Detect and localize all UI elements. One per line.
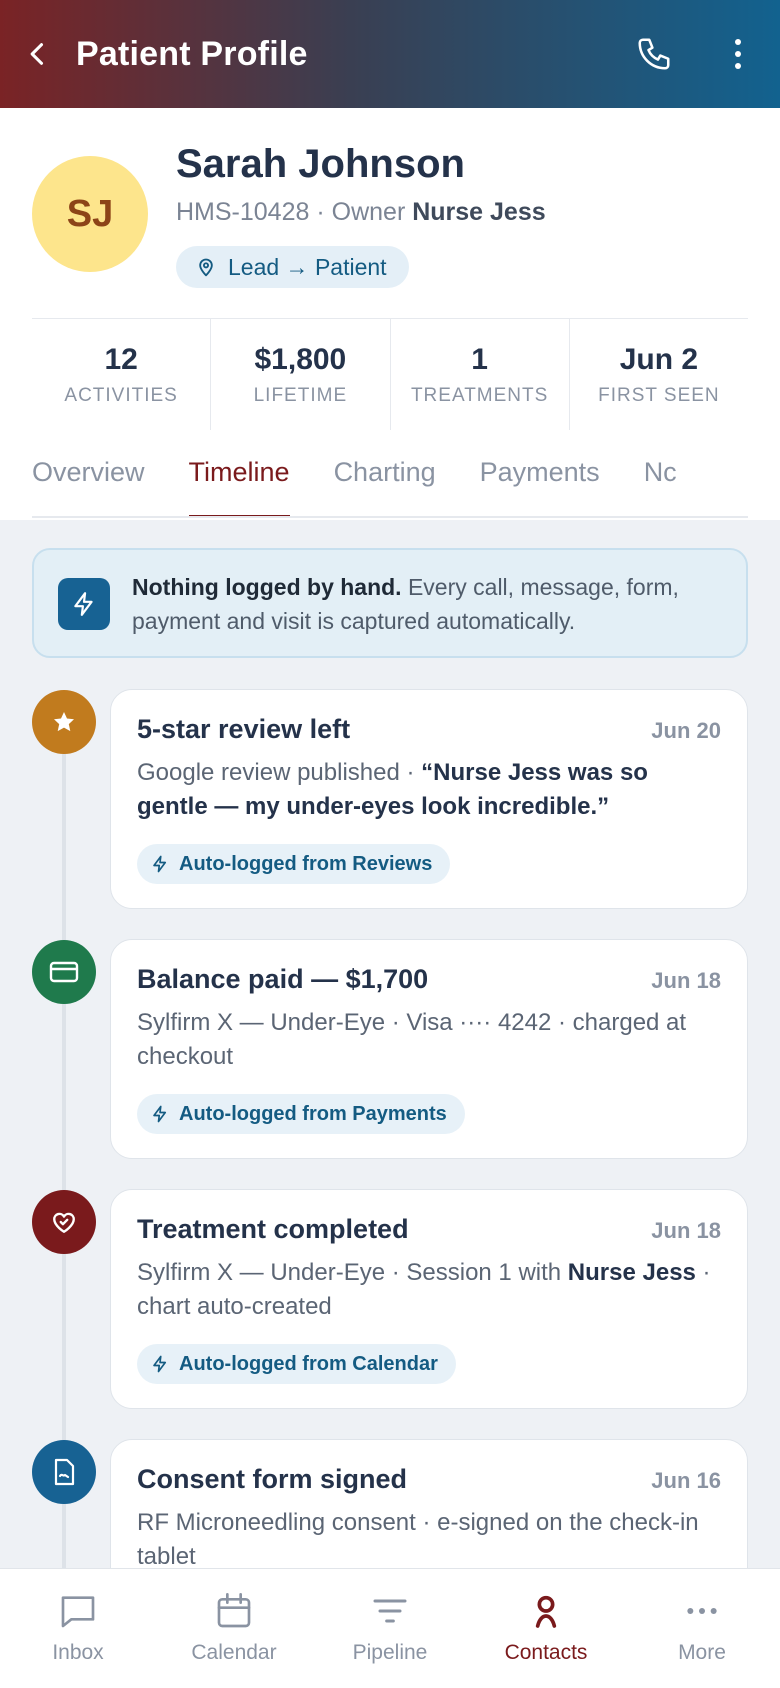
- tab-divider: [32, 516, 748, 518]
- call-button[interactable]: [612, 0, 696, 108]
- timeline-card[interactable]: Balance paid — $1,700 Jun 18 Sylfirm X —…: [110, 939, 748, 1159]
- stat-lifetime: $1,800 LIFETIME: [211, 319, 391, 430]
- card-title: Consent form signed: [137, 1464, 408, 1494]
- profile-section: SJ Sarah Johnson HMS-10428 · Owner Nurse…: [0, 108, 780, 520]
- nav-calendar[interactable]: Calendar: [156, 1569, 312, 1688]
- owner-name: Nurse Jess: [412, 198, 546, 226]
- chip-label: Auto-logged from Reviews: [179, 852, 433, 875]
- card-date: Jun 18: [651, 968, 721, 993]
- app-header: Patient Profile: [0, 0, 780, 108]
- patient-meta: HMS-10428 · Owner Nurse Jess: [176, 198, 546, 227]
- bottom-nav: Inbox Calendar Pipeline Contacts More: [0, 1568, 780, 1688]
- card-description: Sylfirm X — Under-Eye · Session 1 with N…: [137, 1256, 723, 1324]
- patient-id: HMS-10428: [176, 198, 310, 226]
- calendar-icon: [217, 1593, 251, 1628]
- nav-label: Calendar: [191, 1641, 277, 1664]
- more-horizontal-icon: [687, 1608, 717, 1614]
- card-date: Jun 20: [651, 718, 721, 743]
- tab-payments[interactable]: Payments: [480, 426, 600, 518]
- auto-log-banner: Nothing logged by hand. Every call, mess…: [32, 548, 748, 658]
- card-date: Jun 18: [651, 1218, 721, 1243]
- page-title: Patient Profile: [76, 34, 308, 73]
- filter-icon: [373, 1599, 407, 1623]
- stats-row: 12 ACTIVITIES $1,800 LIFETIME 1 TREATMEN…: [32, 318, 748, 430]
- card-title: Treatment completed: [137, 1214, 409, 1244]
- card-title: Balance paid — $1,700: [137, 964, 429, 994]
- chevron-left-icon: [30, 43, 44, 65]
- document-icon: [32, 1440, 96, 1504]
- nav-label: Contacts: [504, 1641, 588, 1664]
- stat-label: LIFETIME: [253, 384, 348, 406]
- auto-log-chip: Auto-logged from Reviews: [137, 844, 451, 884]
- nav-label: Inbox: [52, 1641, 104, 1664]
- more-menu-button[interactable]: [696, 0, 780, 108]
- location-pin-icon: [199, 258, 213, 277]
- lightning-icon: [58, 578, 110, 630]
- tab-overview[interactable]: Overview: [32, 426, 145, 518]
- tab-timeline[interactable]: Timeline: [188, 426, 290, 518]
- tab-bar: Overview Timeline Charting Payments Nc: [32, 426, 780, 518]
- back-button[interactable]: [0, 0, 76, 108]
- status-badge: Lead → Patient: [176, 246, 409, 288]
- auto-log-chip: Auto-logged from Calendar: [137, 1344, 456, 1384]
- banner-text: Nothing logged by hand. Every call, mess…: [132, 570, 732, 638]
- patient-name: Sarah Johnson: [176, 142, 465, 186]
- banner-bold: Nothing logged by hand.: [132, 574, 402, 600]
- chip-label: Auto-logged from Calendar: [179, 1352, 438, 1375]
- nav-inbox[interactable]: Inbox: [0, 1569, 156, 1688]
- lightning-icon: [153, 1355, 167, 1373]
- desc-person: Nurse Jess: [567, 1259, 696, 1286]
- desc-text: Sylfirm X — Under-Eye · Session 1 with: [137, 1259, 568, 1286]
- stat-value: 12: [104, 342, 138, 376]
- person-icon: [535, 1595, 557, 1628]
- credit-card-icon: [32, 940, 96, 1004]
- nav-label: Pipeline: [352, 1641, 428, 1664]
- nav-more[interactable]: More: [624, 1569, 780, 1688]
- card-description: RF Microneedling consent · e-signed on t…: [137, 1509, 699, 1570]
- nav-contacts[interactable]: Contacts: [468, 1569, 624, 1688]
- desc-text: Google review published ·: [137, 759, 422, 786]
- stat-first-seen: Jun 2 FIRST SEEN: [570, 319, 748, 430]
- lightning-icon: [153, 1105, 167, 1123]
- stat-value: 1: [471, 342, 488, 376]
- status-badge-label: Lead → Patient: [228, 253, 387, 280]
- lightning-icon: [153, 855, 167, 873]
- stat-activities: 12 ACTIVITIES: [32, 319, 212, 430]
- stat-label: ACTIVITIES: [64, 384, 178, 406]
- stat-label: TREATMENTS: [410, 384, 549, 406]
- nav-label: More: [678, 1641, 726, 1664]
- timeline-card[interactable]: Treatment completed Jun 18 Sylfirm X — U…: [110, 1189, 748, 1409]
- chip-label: Auto-logged from Payments: [179, 1102, 447, 1125]
- more-vertical-icon: [735, 39, 741, 69]
- timeline-card[interactable]: 5-star review left Jun 20 Google review …: [110, 689, 748, 909]
- nav-pipeline[interactable]: Pipeline: [312, 1569, 468, 1688]
- card-description: Google review published · “Nurse Jess wa…: [137, 756, 723, 824]
- card-description: Sylfirm X — Under-Eye · Visa ···· 4242 ·…: [137, 1009, 687, 1070]
- tab-charting[interactable]: Charting: [334, 426, 436, 518]
- tab-notes[interactable]: Nc: [644, 426, 677, 518]
- avatar: SJ: [32, 156, 148, 272]
- stat-label: FIRST SEEN: [598, 384, 720, 406]
- card-date: Jun 16: [651, 1468, 721, 1493]
- chat-icon: [61, 1596, 95, 1628]
- star-icon: [32, 690, 96, 754]
- auto-log-chip: Auto-logged from Payments: [137, 1094, 465, 1134]
- owner-prefix: · Owner: [316, 198, 406, 226]
- stat-value: $1,800: [254, 342, 347, 376]
- stat-value: Jun 2: [619, 342, 699, 376]
- heart-icon: [32, 1190, 96, 1254]
- stat-treatments: 1 TREATMENTS: [391, 319, 570, 430]
- phone-icon: [638, 38, 670, 70]
- card-title: 5-star review left: [137, 714, 351, 744]
